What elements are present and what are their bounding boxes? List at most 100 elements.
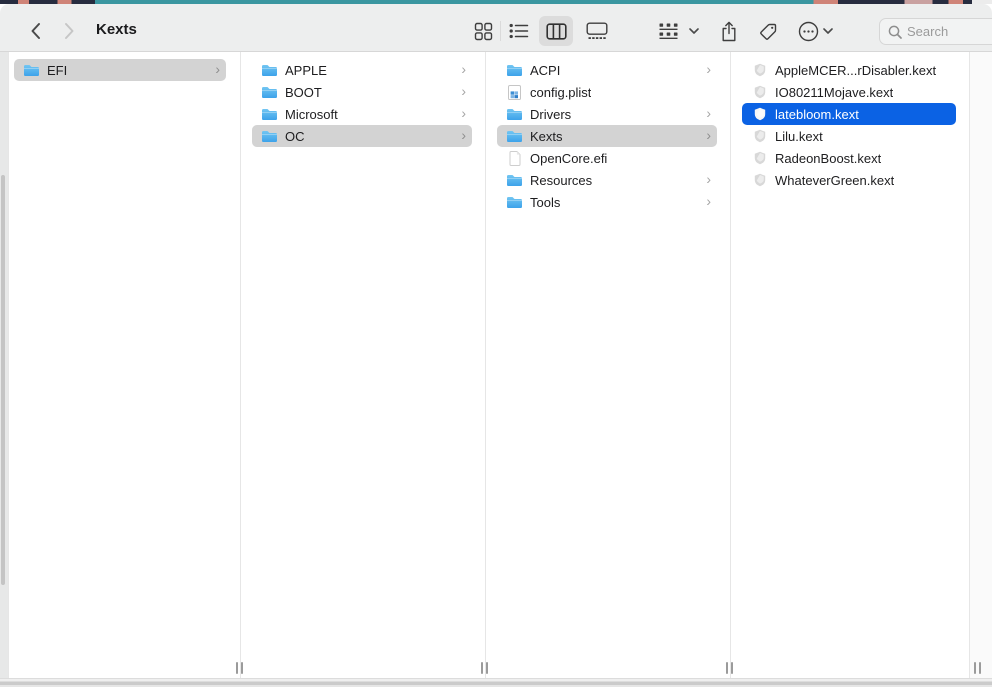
finder-column-2: APPLE BOOT Microsoft OC: [241, 52, 485, 669]
gallery-view-icon: [586, 22, 608, 39]
gallery-view-button[interactable]: [584, 18, 610, 44]
column-view-area: EFI APPLE BOOT Microsoft OC ACPI config.plis…: [0, 52, 992, 678]
folder-icon: [23, 63, 40, 77]
kext-icon: [751, 173, 768, 187]
file-row-opencore-efi[interactable]: OpenCore.efi: [497, 147, 717, 169]
chevron-right-icon: [215, 62, 220, 78]
tag-button[interactable]: [755, 18, 781, 44]
file-name: APPLE: [285, 62, 327, 78]
kext-icon: [751, 129, 768, 143]
tag-icon: [759, 23, 776, 40]
icon-view-button[interactable]: [470, 18, 496, 44]
chevron-right-icon: [706, 62, 711, 78]
finder-column-1: EFI: [9, 52, 240, 669]
file-row-oc[interactable]: OC: [252, 125, 472, 147]
search-input[interactable]: [907, 24, 985, 39]
clipped-column-edge: [0, 52, 8, 678]
back-button[interactable]: [22, 18, 48, 44]
toolbar-separator: [500, 21, 501, 41]
kext-icon: [751, 63, 768, 77]
file-row-boot[interactable]: BOOT: [252, 81, 472, 103]
scrollbar-thumb[interactable]: [1, 175, 5, 585]
chevron-right-icon: [461, 106, 466, 122]
more-icon: [798, 21, 818, 41]
finder-column-4: AppleMCER...rDisabler.kext IO80211Mojave.…: [731, 52, 969, 669]
more-button[interactable]: [795, 18, 821, 44]
file-row-whatevergreen-kext[interactable]: WhateverGreen.kext: [742, 169, 956, 191]
file-name: AppleMCER...rDisabler.kext: [775, 62, 937, 78]
file-row-acpi[interactable]: ACPI: [497, 59, 717, 81]
file-name: latebloom.kext: [775, 106, 859, 122]
search-icon: [888, 25, 902, 39]
folder-icon: [261, 129, 278, 143]
file-row-config-plist[interactable]: config.plist: [497, 81, 717, 103]
chevron-right-icon: [706, 128, 711, 144]
chevron-right-icon: [706, 194, 711, 210]
file-name: EFI: [47, 62, 68, 78]
kext-icon: [751, 107, 768, 121]
kext-icon: [751, 85, 768, 99]
file-row-tools[interactable]: Tools: [497, 191, 717, 213]
folder-icon: [506, 107, 523, 121]
file-row-apple[interactable]: APPLE: [252, 59, 472, 81]
column-resize-handle[interactable]: [726, 662, 733, 674]
file-name: WhateverGreen.kext: [775, 172, 895, 188]
file-name: Kexts: [530, 128, 563, 144]
toolbar: Kexts: [0, 4, 992, 52]
folder-icon: [261, 107, 278, 121]
share-button[interactable]: [716, 18, 742, 44]
doc-icon: [506, 150, 523, 166]
file-row-io80211mojave-kext[interactable]: IO80211Mojave.kext: [742, 81, 956, 103]
finder-window: Kexts Search EFI › APPLE › BOOT › Micros…: [0, 0, 992, 687]
group-icon: [659, 23, 677, 39]
search-field[interactable]: [879, 18, 992, 45]
file-row-kexts[interactable]: Kexts: [497, 125, 717, 147]
folder-icon: [506, 173, 523, 187]
group-button[interactable]: [655, 18, 681, 44]
file-row-efi[interactable]: EFI: [14, 59, 226, 81]
file-row-drivers[interactable]: Drivers: [497, 103, 717, 125]
icon-view-icon: [474, 22, 492, 40]
column-view-button[interactable]: [543, 18, 569, 44]
folder-icon: [506, 129, 523, 143]
chevron-down-icon: [689, 28, 699, 34]
window-title: Kexts: [96, 21, 137, 38]
file-name: Drivers: [530, 106, 572, 122]
file-name: OpenCore.efi: [530, 150, 608, 166]
list-view-button[interactable]: [506, 18, 532, 44]
file-row-applemcer-rdisabler-kext[interactable]: AppleMCER...rDisabler.kext: [742, 59, 956, 81]
window-bottom-edge: [0, 678, 992, 687]
file-name: ACPI: [530, 62, 561, 78]
column-resize-handle[interactable]: [481, 662, 488, 674]
group-chevron[interactable]: [686, 18, 702, 44]
file-row-latebloom-kext[interactable]: latebloom.kext: [742, 103, 956, 125]
kext-icon: [751, 151, 768, 165]
share-icon: [722, 21, 736, 41]
file-name: config.plist: [530, 84, 592, 100]
column-resize-handle[interactable]: [974, 662, 981, 674]
file-name: Tools: [530, 194, 561, 210]
chevron-right-icon: [461, 84, 466, 100]
folder-icon: [506, 63, 523, 77]
file-row-microsoft[interactable]: Microsoft: [252, 103, 472, 125]
file-row-lilu-kext[interactable]: Lilu.kext: [742, 125, 956, 147]
column-resize-handle[interactable]: [236, 662, 243, 674]
file-name: OC: [285, 128, 305, 144]
file-row-radeonboost-kext[interactable]: RadeonBoost.kext: [742, 147, 956, 169]
folder-icon: [506, 195, 523, 209]
folder-icon: [261, 63, 278, 77]
chevron-right-icon: [706, 172, 711, 188]
file-name: RadeonBoost.kext: [775, 150, 882, 166]
finder-column-3: ACPI config.plist Drivers Kexts OpenCore.efi…: [486, 52, 730, 669]
preview-column-sliver: [970, 52, 992, 678]
forward-button[interactable]: [56, 18, 82, 44]
file-row-resources[interactable]: Resources: [497, 169, 717, 191]
more-chevron[interactable]: [820, 18, 836, 44]
file-name: Microsoft: [285, 106, 338, 122]
chevron-down-icon: [823, 28, 833, 34]
chevron-right-icon: [461, 128, 466, 144]
folder-icon: [261, 85, 278, 99]
chevron-right-icon: [706, 106, 711, 122]
file-name: Lilu.kext: [775, 128, 823, 144]
file-name: Resources: [530, 172, 593, 188]
